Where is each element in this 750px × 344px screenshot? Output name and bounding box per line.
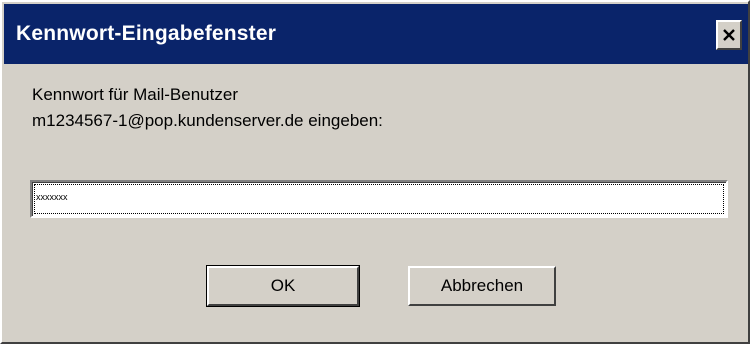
prompt-line-1: Kennwort für Mail-Benutzer xyxy=(32,85,238,104)
password-value: xxxxxxx xyxy=(36,192,68,202)
prompt-line-2: m1234567-1@pop.kundenserver.de eingeben: xyxy=(32,111,383,130)
close-icon xyxy=(722,28,736,42)
password-dialog: Kennwort-Eingabefenster Kennwort für Mai… xyxy=(0,0,750,344)
title-bar[interactable]: Kennwort-Eingabefenster xyxy=(4,4,748,64)
window-title: Kennwort-Eingabefenster xyxy=(16,22,277,45)
password-field[interactable]: xxxxxxx xyxy=(30,180,728,218)
close-button[interactable] xyxy=(716,20,742,50)
cancel-button[interactable]: Abbrechen xyxy=(408,266,556,306)
ok-button[interactable]: OK xyxy=(206,265,360,307)
prompt-text: Kennwort für Mail-Benutzer m1234567-1@po… xyxy=(32,82,383,134)
